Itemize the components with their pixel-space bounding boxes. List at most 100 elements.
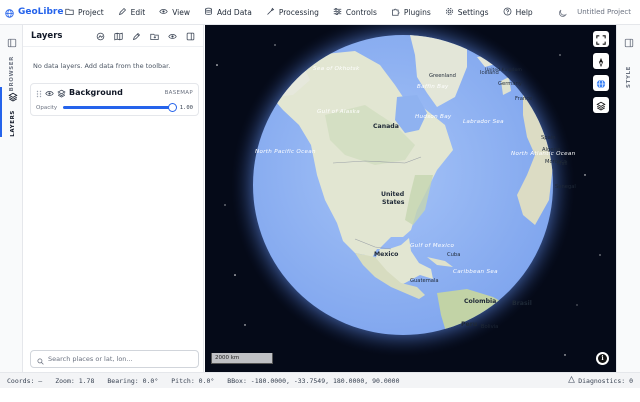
info-icon: i [598, 354, 607, 363]
opacity-value: 1.00 [179, 104, 193, 111]
layers-panel-title: Layers [31, 30, 63, 41]
moon-icon[interactable] [558, 3, 567, 22]
status-bar: Coords: — Zoom: 1.78 Bearing: 0.0° Pitch… [0, 372, 640, 388]
label-gulf-of-mexico: Gulf of Mexico [410, 243, 454, 249]
attribution-button[interactable]: i [596, 352, 609, 365]
globe-projection-button[interactable] [593, 75, 609, 91]
label-bolivia: Bolivia [481, 324, 498, 330]
menu-settings[interactable]: Settings [438, 0, 496, 25]
compass-icon [596, 52, 606, 71]
warning-icon [568, 375, 576, 385]
menu-project[interactable]: Project [58, 0, 111, 25]
opacity-label: Opacity [36, 104, 58, 111]
label-mali: Mali [557, 161, 568, 167]
add-vector-icon[interactable] [96, 26, 105, 45]
project-title[interactable]: Untitled Project [577, 8, 631, 16]
label-uk: United Kingdom [485, 67, 522, 73]
menu-help-label: Help [515, 7, 533, 17]
basemap-layer-card[interactable]: Background BASEMAP Opacity 1.00 [30, 83, 199, 116]
label-north-pacific: North Pacific Ocean [255, 149, 316, 155]
fullscreen-button[interactable] [593, 31, 609, 47]
topbar-right: Untitled Project [558, 3, 640, 22]
menu-add-data[interactable]: Add Data [197, 0, 259, 25]
basemap-layer-row: Background BASEMAP [31, 84, 198, 101]
tab-style-label: STYLE [626, 66, 632, 88]
pencil-icon [118, 7, 127, 18]
brand[interactable]: GeoLibre [0, 3, 63, 22]
label-united-states-2: States [382, 199, 405, 206]
status-pitch: Pitch: 0.0° [171, 376, 215, 385]
scale-bar: 2000 km [211, 353, 273, 364]
status-bbox: BBox: -180.0000, -33.7549, 180.0000, 90.… [227, 376, 400, 385]
folder-icon [65, 7, 74, 18]
label-sea-of-okhotsk: Sea of Okhotsk [313, 66, 360, 72]
menu-edit[interactable]: Edit [111, 0, 153, 25]
status-zoom: Zoom: 1.78 [55, 376, 95, 385]
menu-controls[interactable]: Controls [326, 0, 384, 25]
folder-open-icon[interactable] [150, 26, 159, 45]
menu-processing-label: Processing [278, 7, 319, 17]
label-guatemala: Guatemala [410, 278, 439, 284]
layers-panel: Layers No data layers. Add data from the… [23, 25, 204, 372]
menu-plugins[interactable]: Plugins [384, 0, 438, 25]
app-window: GeoLibre Project Edit View Add Data Proc… [0, 0, 640, 402]
panel-toggle-icon[interactable] [186, 26, 195, 45]
menu-add-data-label: Add Data [217, 7, 252, 17]
map-icon[interactable] [114, 26, 123, 45]
menu-processing[interactable]: Processing [259, 0, 326, 25]
label-labrador-sea: Labrador Sea [463, 119, 504, 125]
label-brasil: Brasil [512, 300, 532, 307]
menu-view-label: View [172, 7, 191, 17]
label-senegal: Senegal [555, 184, 576, 190]
search-input[interactable] [48, 355, 188, 363]
menu-view[interactable]: View [152, 0, 197, 25]
layer-type-icon [57, 83, 66, 102]
status-bearing: Bearing: 0.0° [107, 376, 159, 385]
layer-visibility-icon[interactable] [45, 83, 54, 102]
map-view[interactable]: Canada United States Mexico Cuba Guatema… [205, 25, 616, 372]
search-icon [37, 350, 44, 369]
style-icon [624, 33, 634, 52]
browser-icon [7, 33, 17, 52]
diagnostics[interactable]: Diagnostics: 0 [568, 375, 633, 385]
drag-handle-icon[interactable] [36, 83, 42, 102]
app-name: GeoLibre [18, 7, 64, 17]
tab-style[interactable]: STYLE [617, 33, 640, 88]
window-bottom [0, 388, 640, 402]
eye-icon [159, 7, 168, 18]
compass-button[interactable] [593, 53, 609, 69]
layers-panel-header: Layers [23, 25, 203, 47]
tab-layers-label: LAYERS [9, 110, 16, 137]
label-canada: Canada [373, 123, 399, 130]
menu-settings-label: Settings [457, 7, 489, 17]
globe-logo-icon [5, 3, 14, 22]
right-tab-strip: STYLE [616, 25, 640, 372]
globe-map: Canada United States Mexico Cuba Guatema… [216, 25, 601, 357]
label-united-states-1: United [381, 191, 404, 198]
diagnostics-count: Diagnostics: 0 [578, 376, 633, 385]
globe-icon [596, 74, 606, 93]
fullscreen-icon [596, 30, 606, 49]
menu-bar: GeoLibre Project Edit View Add Data Proc… [0, 0, 640, 25]
tab-browser[interactable]: BROWSER [0, 33, 23, 91]
label-gulf-of-alaska: Gulf of Alaska [317, 109, 360, 115]
label-spain: Spain [541, 135, 556, 141]
label-greenland: Greenland [429, 73, 456, 79]
menu-project-label: Project [78, 7, 104, 17]
basemap-switch-button[interactable] [593, 97, 609, 113]
tab-layers[interactable]: LAYERS [0, 87, 23, 137]
opacity-row: Opacity 1.00 [31, 101, 198, 114]
opacity-slider-thumb[interactable] [167, 103, 177, 112]
database-icon [204, 7, 213, 18]
help-icon [503, 7, 512, 18]
opacity-slider[interactable] [63, 103, 177, 112]
tools-icon [266, 7, 275, 18]
draw-icon[interactable] [132, 26, 141, 45]
label-caribbean-sea: Caribbean Sea [453, 269, 498, 275]
menu-help[interactable]: Help [496, 0, 540, 25]
menu-controls-label: Controls [345, 7, 377, 17]
visibility-icon[interactable] [168, 26, 177, 45]
status-coords: Coords: — [7, 376, 43, 385]
layers-icon [7, 87, 18, 106]
place-search[interactable] [30, 350, 199, 368]
